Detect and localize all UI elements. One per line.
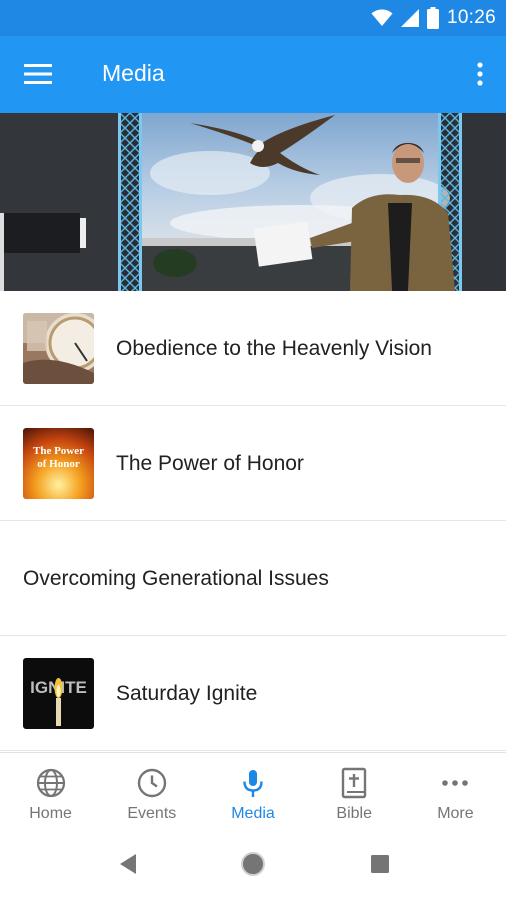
bible-icon	[342, 767, 367, 799]
system-nav-bar	[0, 830, 506, 900]
nav-label: More	[437, 805, 474, 822]
status-time: 10:26	[446, 7, 496, 28]
list-item[interactable]: Overcoming Generational Issues	[0, 521, 506, 636]
list-item-title: The Power of Honor	[116, 452, 304, 475]
nav-label: Events	[127, 805, 177, 822]
nav-item-more[interactable]: More	[405, 753, 506, 830]
more-horiz-icon	[442, 780, 469, 786]
nav-item-bible[interactable]: Bible	[304, 753, 405, 830]
home-circle-icon[interactable]	[240, 851, 266, 877]
globe-icon	[36, 768, 65, 798]
nav-label: Home	[29, 805, 72, 822]
app-bar: Media	[0, 36, 506, 113]
status-bar: 10:26	[0, 0, 506, 36]
overflow-menu-button[interactable]	[468, 54, 492, 94]
nav-item-home[interactable]: Home	[0, 753, 101, 830]
thumbnail-text-line-1: The Power	[33, 445, 84, 457]
nav-label: Media	[231, 805, 275, 822]
nav-label: Bible	[336, 805, 372, 822]
nav-item-media[interactable]: Media	[202, 753, 303, 830]
clock-icon	[137, 768, 166, 798]
power-of-honor-thumbnail: The Power of Honor	[23, 428, 94, 499]
list-item[interactable]: The Power of Honor The Power of Honor	[0, 406, 506, 521]
page-title: Media	[102, 60, 165, 86]
menu-button[interactable]	[14, 54, 62, 94]
list-item-title: Saturday Ignite	[116, 682, 258, 705]
recents-icon[interactable]	[371, 855, 389, 873]
battery-icon	[426, 7, 439, 29]
hero-image[interactable]	[0, 113, 506, 291]
list-item[interactable]: IGNITE Saturday Ignite	[0, 636, 506, 751]
back-icon[interactable]	[118, 852, 138, 876]
ignite-thumbnail: IGNITE	[23, 658, 94, 729]
cell-signal-icon	[400, 9, 419, 27]
thumbnail-text-line-2: of Honor	[37, 458, 80, 470]
more-vert-icon	[477, 62, 483, 86]
hamburger-menu-icon	[24, 64, 52, 84]
status-icons: 10:26	[371, 7, 496, 29]
compass-thumbnail	[23, 313, 94, 384]
list-item-title: Overcoming Generational Issues	[23, 567, 329, 590]
media-list: Obedience to the Heavenly Vision The Pow…	[0, 291, 506, 751]
hero-illustration	[0, 113, 506, 291]
microphone-icon	[243, 770, 263, 797]
list-item[interactable]: Obedience to the Heavenly Vision	[0, 291, 506, 406]
bottom-nav: Home Events Media Bible More	[0, 752, 506, 830]
wifi-icon	[371, 9, 393, 26]
nav-item-events[interactable]: Events	[101, 753, 202, 830]
list-item-title: Obedience to the Heavenly Vision	[116, 337, 432, 360]
